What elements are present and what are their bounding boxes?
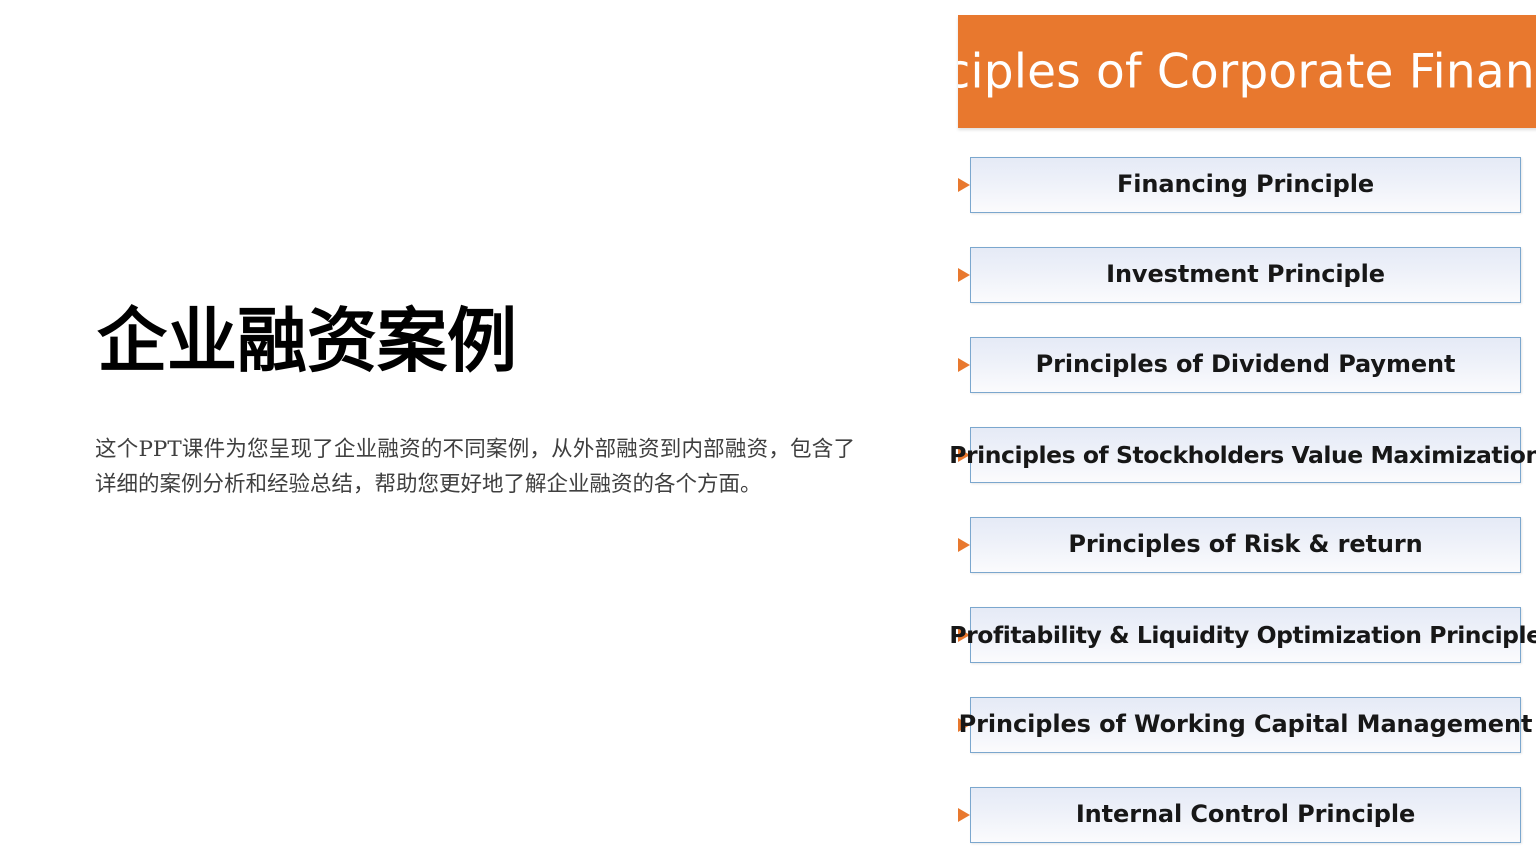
principle-box[interactable]: Principles of Stockholders Value Maximiz… [949,427,1536,483]
principle-label: Principles of Working Capital Management [958,710,1533,739]
triangle-bullet-icon [958,358,970,372]
principle-box[interactable]: Investment Principle [970,247,1521,303]
list-item[interactable]: Financing Principle [950,157,1536,213]
page-title: 企业融资案例 [97,299,517,382]
principle-box[interactable]: Profitability & Liquidity Optimization P… [949,607,1536,663]
panel-header-bar: Principles of Corporate Finance [958,15,1536,128]
slide-canvas: 企业融资案例 这个PPT课件为您呈现了企业融资的不同案例，从外部融资到内部融资，… [0,0,1536,864]
list-item[interactable]: Principles of Working Capital Management [950,697,1536,753]
principle-box[interactable]: Principles of Risk & return [970,517,1521,573]
principle-label: Principles of Stockholders Value Maximiz… [949,440,1536,469]
list-item[interactable]: Profitability & Liquidity Optimization P… [949,607,1536,663]
principle-box[interactable]: Internal Control Principle [970,787,1521,843]
triangle-bullet-icon [958,538,970,552]
principles-list: Financing Principle Investment Principle P… [949,157,1536,864]
principles-pane: Principles of Corporate Finance Financin… [949,0,1536,864]
principle-box[interactable]: Financing Principle [970,157,1521,213]
title-pane: 企业融资案例 这个PPT课件为您呈现了企业融资的不同案例，从外部融资到内部融资，… [0,0,950,864]
triangle-bullet-icon [958,808,970,822]
list-item[interactable]: Principles of Stockholders Value Maximiz… [949,427,1536,483]
principle-box[interactable]: Principles of Dividend Payment [970,337,1521,393]
principle-box[interactable]: Principles of Working Capital Management [959,697,1532,753]
slide-description: 这个PPT课件为您呈现了企业融资的不同案例，从外部融资到内部融资，包含了详细的案… [95,437,855,498]
principle-label: Investment Principle [1106,260,1385,289]
principle-label: Financing Principle [1116,170,1375,199]
list-item[interactable]: Investment Principle [950,247,1536,303]
principle-label: Principles of Risk & return [1068,530,1423,559]
list-item[interactable]: Principles of Dividend Payment [950,337,1536,393]
principle-label: Internal Control Principle [1075,800,1416,829]
panel-header-title: Principles of Corporate Finance [958,44,1536,99]
triangle-bullet-icon [958,178,970,192]
principle-label: Profitability & Liquidity Optimization P… [949,620,1536,649]
triangle-bullet-icon [958,268,970,282]
list-item[interactable]: Principles of Risk & return [950,517,1536,573]
list-item[interactable]: Internal Control Principle [950,787,1536,843]
principle-label: Principles of Dividend Payment [1035,350,1456,379]
